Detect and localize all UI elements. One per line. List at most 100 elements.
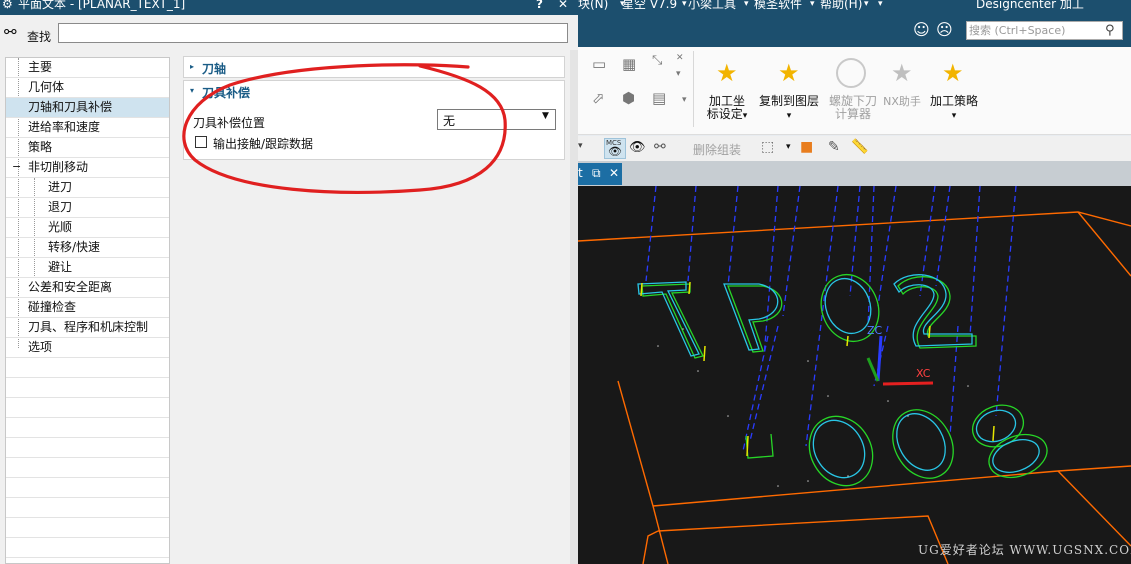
star-icon[interactable]: ★ <box>891 59 913 87</box>
tree-item-smoothing[interactable]: 光顺 <box>6 218 169 238</box>
tree-empty-row <box>6 378 169 398</box>
spiral-icon[interactable] <box>836 58 866 88</box>
menu-dropdown-icon[interactable]: ▾ <box>878 0 883 11</box>
menu-dropdown-icon[interactable]: ▾ <box>682 0 687 11</box>
compensation-position-label: 刀具补偿位置 <box>193 116 266 130</box>
tree-item-geometry[interactable]: 几何体 <box>6 78 169 98</box>
close-button[interactable]: ✕ <box>558 0 568 11</box>
mcs-button[interactable]: MCS 👁 <box>604 138 626 159</box>
close-small-icon[interactable]: ✕ <box>676 53 684 63</box>
tree-item-avoidance[interactable]: 避让 <box>6 258 169 278</box>
app-title: Designcenter 加工 <box>976 0 1084 11</box>
tree-item-retract[interactable]: 退刀 <box>6 198 169 218</box>
tree-empty-row <box>6 358 169 378</box>
tree-item-transfer-rapid[interactable]: 转移/快速 <box>6 238 169 258</box>
dropdown-icon[interactable]: ▾ <box>786 142 791 152</box>
tree-item-feeds-speeds[interactable]: 进给率和速度 <box>6 118 169 138</box>
dialog-titlebar: ⚙ 平面文本 - [PLANAR_TEXT_1] ? ✕ <box>0 0 578 15</box>
group-tool-compensation-title[interactable]: 刀具补偿 <box>202 84 250 101</box>
command-search-input[interactable]: 搜索 (Ctrl+Space) ⚲ <box>966 21 1123 40</box>
dropdown-icon[interactable]: ▾ <box>676 69 681 79</box>
expand-view-icon[interactable]: ⬀ <box>592 89 605 107</box>
frown-icon[interactable]: ☹ <box>936 20 953 39</box>
smile-icon[interactable]: ☺ <box>913 20 930 39</box>
menu-xingkong[interactable]: 星空 V7.9 <box>622 0 677 11</box>
search-icon[interactable]: ⚲ <box>1105 22 1115 39</box>
menu-mosheng-software[interactable]: 模圣软件 <box>754 0 802 11</box>
menu-block[interactable]: 块(N) <box>578 0 608 11</box>
binoculars-icon: ⚯ <box>4 23 17 41</box>
group-tool-axis[interactable]: ▸ 刀轴 <box>183 56 565 78</box>
document-tabs <box>578 161 1131 186</box>
star-icon[interactable]: ★ <box>778 59 800 87</box>
ruler-icon[interactable]: 📏 <box>851 139 868 155</box>
collapse-icon[interactable]: − <box>12 157 21 176</box>
hide-geometry-icon[interactable]: ⚯ <box>654 139 666 155</box>
dropdown-icon[interactable]: ▾ <box>578 141 583 151</box>
menu-dropdown-icon[interactable]: ▾ <box>864 0 869 11</box>
output-contact-checkbox[interactable] <box>195 136 207 148</box>
tree-item-engage[interactable]: 进刀 <box>6 178 169 198</box>
block-icon[interactable]: ⬢ <box>622 89 635 107</box>
tree-item-tool-program-machine[interactable]: 刀具、程序和机床控制 <box>6 318 169 338</box>
dialog-scrollbar[interactable] <box>570 50 578 564</box>
star-icon[interactable]: ★ <box>716 59 738 87</box>
menu-dropdown-icon[interactable]: ▾ <box>810 0 815 11</box>
tab-active-part[interactable]: t ⧉ ✕ <box>578 163 622 185</box>
ribbon-toolbar: ▭ ▦ ⤡ ✕ ▾ ⬀ ⬢ ▤ ▾ ★ 加工坐 标设定▾ ★ 复制到图层 ▾ 螺旋下… <box>578 47 1131 135</box>
ribbon-button-label[interactable]: 复制到图层 ▾ <box>758 95 820 123</box>
close-tab-icon[interactable]: ✕ <box>609 163 619 183</box>
settings-panel: ▸ 刀轴 ▾ 刀具补偿 刀具补偿位置 无 ▼ 输出接触/跟踪数据 <box>181 55 566 564</box>
zc-axis-label: ZC <box>867 324 883 337</box>
collapse-arrow-icon[interactable]: ▾ <box>190 86 194 95</box>
dropdown-icon[interactable]: ▾ <box>682 95 687 105</box>
ribbon-button-label[interactable]: NX助手 <box>880 95 924 108</box>
tree-empty-row <box>6 478 169 498</box>
expand-arrow-icon[interactable]: ▸ <box>190 62 194 71</box>
operation-dialog: ⚙ 平面文本 - [PLANAR_TEXT_1] ? ✕ ⚯ 查找 主要 几何体… <box>0 0 578 564</box>
find-input[interactable] <box>58 23 568 43</box>
menu-help[interactable]: 帮助(H) <box>820 0 862 11</box>
disassemble-button[interactable]: 删除组装 <box>693 141 741 158</box>
tree-empty-row <box>6 438 169 458</box>
help-button[interactable]: ? <box>536 0 543 11</box>
dialog-title: 平面文本 - [PLANAR_TEXT_1] <box>18 0 186 11</box>
menu-xiaoliang-tools[interactable]: 小梁工具 <box>688 0 736 11</box>
nx-menubar: 块(N) ▾ 星空 V7.9 ▾ 小梁工具 ▾ 模圣软件 ▾ 帮助(H) ▾ ▾… <box>578 0 1131 15</box>
part-model <box>578 186 1131 564</box>
sheet-icon[interactable]: ▤ <box>652 89 666 107</box>
output-contact-label: 输出接触/跟踪数据 <box>213 137 314 151</box>
find-label: 查找 <box>27 30 52 44</box>
tree-item-tolerances[interactable]: 公差和安全距离 <box>6 278 169 298</box>
brush-icon[interactable]: ✎ <box>828 139 840 155</box>
menu-dropdown-icon[interactable]: ▾ <box>744 0 749 11</box>
eye-icon[interactable]: 👁 <box>629 140 646 155</box>
tree-item-tool-axis-compensation[interactable]: 刀轴和刀具补偿 <box>6 98 169 118</box>
tree-item-collision-check[interactable]: 碰撞检查 <box>6 298 169 318</box>
gear-icon: ⚙ <box>2 0 13 11</box>
tree-item-strategy[interactable]: 策略 <box>6 138 169 158</box>
ribbon-button-label[interactable]: 加工坐 标设定▾ <box>704 95 750 123</box>
tree-item-non-cutting-moves[interactable]: − 非切削移动 <box>6 158 169 178</box>
tree-item-options[interactable]: 选项 <box>6 338 169 358</box>
tree-empty-row <box>6 418 169 438</box>
tree-item-main[interactable]: 主要 <box>6 58 169 78</box>
layer-icon[interactable]: ⬚ <box>761 139 774 155</box>
star-icon[interactable]: ★ <box>942 59 964 87</box>
graphics-viewport[interactable]: ZC XC <box>578 186 1131 564</box>
grid-icon[interactable]: ▦ <box>622 55 636 73</box>
compensation-position-select[interactable]: 无 ▼ <box>437 109 556 130</box>
axis-icon[interactable]: ⤡ <box>652 53 662 68</box>
group-tool-compensation: ▾ 刀具补偿 刀具补偿位置 无 ▼ 输出接触/跟踪数据 <box>183 80 565 160</box>
rectangle-icon[interactable]: ▭ <box>592 55 606 73</box>
ribbon-button-label[interactable]: 螺旋下刀 计算器 <box>828 95 878 121</box>
watermark: UG爱好者论坛 WWW.UGSNX.COM <box>918 543 1131 557</box>
popout-icon[interactable]: ⧉ <box>592 163 601 183</box>
compensation-position-value: 无 <box>443 114 456 128</box>
settings-square-icon[interactable]: ■ <box>800 139 813 155</box>
ribbon-button-label[interactable]: 加工策略 ▾ <box>928 95 980 123</box>
tree-empty-row <box>6 398 169 418</box>
group-tool-axis-title[interactable]: 刀轴 <box>202 60 226 77</box>
tree-empty-row <box>6 498 169 518</box>
ribbon-divider <box>693 51 694 127</box>
